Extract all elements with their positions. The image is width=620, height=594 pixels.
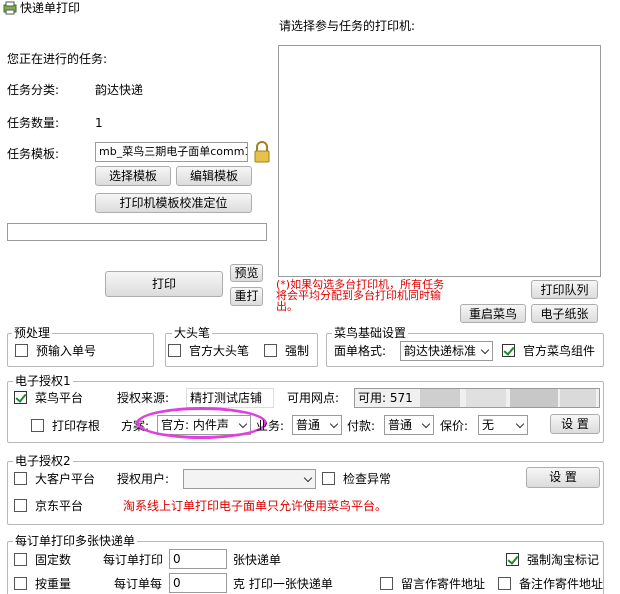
sheets-label: 张快递单	[233, 553, 282, 567]
auth2-settings-button[interactable]: 设 置	[526, 467, 600, 488]
payment-label: 付款:	[347, 419, 376, 433]
template-field[interactable]: mb_菜鸟三期电子面单comm1	[95, 142, 248, 162]
auth2-title: 电子授权2	[13, 454, 73, 468]
cainiao-platform-checkbox[interactable]	[14, 391, 27, 404]
taobao-warning: 淘系线上订单打印电子面单只允许使用菜鸟平台。	[123, 499, 388, 513]
auth-user-select[interactable]	[183, 469, 316, 489]
source-field[interactable]: 精打测试店铺	[186, 388, 274, 408]
branch-label: 可用网点:	[287, 391, 340, 405]
auth-user-label: 授权用户:	[117, 472, 170, 486]
chevron-down-icon	[515, 419, 525, 429]
insure-value: 无	[482, 418, 495, 432]
business-select[interactable]: 普通	[292, 415, 342, 435]
force-taobao-label: 强制淘宝标记	[527, 553, 600, 567]
payment-select[interactable]: 普通	[384, 415, 434, 435]
official-component-checkbox[interactable]	[502, 344, 515, 357]
per-order-each-label: 每订单每	[114, 577, 163, 591]
insure-label: 保价:	[440, 419, 469, 433]
business-value: 普通	[296, 418, 321, 432]
format-value: 韵达快递标准	[404, 344, 477, 358]
fixed-count-label: 固定数	[35, 553, 72, 567]
insure-select[interactable]: 无	[478, 415, 528, 435]
print-queue-button[interactable]: 打印队列	[531, 280, 598, 299]
note-sender-checkbox[interactable]	[498, 577, 511, 590]
per-order-print-label: 每订单打印	[103, 553, 164, 567]
force-label: 强制	[285, 344, 310, 358]
check-error-checkbox[interactable]	[322, 472, 335, 485]
redacted-block-2	[466, 389, 506, 407]
pre-input-label: 预输入单号	[36, 344, 97, 358]
format-label: 面单格式:	[334, 344, 387, 358]
per-order-count-field[interactable]: 0	[169, 549, 227, 569]
preview-button[interactable]: 预览	[230, 264, 263, 282]
auth1-settings-button[interactable]: 设 置	[550, 414, 600, 434]
multi-title: 每订单打印多张快递单	[13, 534, 138, 548]
restart-cainiao-button[interactable]: 重启菜鸟	[460, 304, 526, 323]
current-task-label: 您正在进行的任务:	[7, 52, 108, 66]
jd-platform-checkbox[interactable]	[14, 499, 27, 512]
payment-value: 普通	[388, 418, 413, 432]
gram-print-label: 克 打印一张快递单	[233, 577, 333, 591]
window-title: 快递单打印	[20, 1, 81, 15]
auth1-title: 电子授权1	[13, 374, 73, 388]
redacted-block-4	[560, 389, 596, 407]
print-archive-checkbox[interactable]	[31, 419, 44, 432]
official-component-label: 官方菜鸟组件	[523, 344, 596, 358]
big-customer-checkbox[interactable]	[14, 472, 27, 485]
check-error-label: 检查异常	[343, 472, 392, 486]
weight-field[interactable]: 0	[169, 573, 227, 593]
e-paper-button[interactable]: 电子纸张	[531, 304, 598, 323]
reprint-button[interactable]: 重打	[230, 287, 263, 306]
count-label: 任务数量:	[7, 116, 60, 130]
force-taobao-checkbox[interactable]	[506, 553, 519, 566]
count-value: 1	[95, 116, 103, 130]
calibrate-button[interactable]: 打印机模板校准定位	[95, 193, 252, 213]
remark-sender-checkbox[interactable]	[380, 577, 393, 590]
printers-title: 请选择参与任务的打印机:	[279, 19, 416, 33]
format-select[interactable]: 韵达快递标准	[400, 341, 493, 361]
cainiao-platform-label: 菜鸟平台	[35, 391, 84, 405]
by-weight-label: 按重量	[35, 577, 72, 591]
big-customer-label: 大客户平台	[35, 472, 96, 486]
highlight-ellipse	[136, 407, 267, 439]
redacted-block-3	[510, 389, 558, 407]
official-pen-checkbox[interactable]	[168, 344, 181, 357]
pen-title: 大头笔	[172, 326, 213, 340]
jd-platform-label: 京东平台	[35, 499, 84, 513]
title-bar: 快递单打印	[0, 0, 620, 18]
force-checkbox[interactable]	[264, 344, 277, 357]
select-template-button[interactable]: 选择模板	[95, 166, 171, 186]
category-value: 韵达快递	[95, 83, 144, 97]
progress-field	[7, 223, 267, 241]
pre-input-checkbox[interactable]	[15, 344, 28, 357]
preprocess-title: 预处理	[12, 326, 53, 340]
remark-sender-label: 留言作寄件地址	[401, 577, 486, 591]
print-archive-label: 打印存根	[52, 419, 101, 433]
app-icon	[3, 1, 17, 15]
fixed-count-checkbox[interactable]	[14, 553, 27, 566]
chevron-down-icon	[329, 419, 339, 429]
print-button[interactable]: 打印	[105, 271, 223, 297]
printer-list[interactable]	[278, 45, 601, 277]
template-label: 任务模板:	[7, 147, 60, 161]
chevron-down-icon	[480, 345, 490, 355]
source-label: 授权来源:	[117, 391, 170, 405]
by-weight-checkbox[interactable]	[14, 577, 27, 590]
official-pen-label: 官方大头笔	[189, 344, 250, 358]
cainiao-basic-title: 菜鸟基础设置	[332, 326, 409, 340]
branch-value: 可用: 571	[358, 391, 413, 405]
redacted-block-1	[420, 389, 460, 407]
lock-icon[interactable]	[253, 140, 271, 164]
printer-note: (*)如果勾选多台打印机，所有任务将会平均分配到多台打印机同时输出。	[276, 278, 445, 313]
business-label: 业务:	[256, 419, 285, 433]
chevron-down-icon	[303, 473, 313, 483]
category-label: 任务分类:	[7, 83, 60, 97]
chevron-down-icon	[421, 419, 431, 429]
edit-template-button[interactable]: 编辑模板	[176, 166, 252, 186]
note-sender-label: 备注作寄件地址	[519, 577, 604, 591]
